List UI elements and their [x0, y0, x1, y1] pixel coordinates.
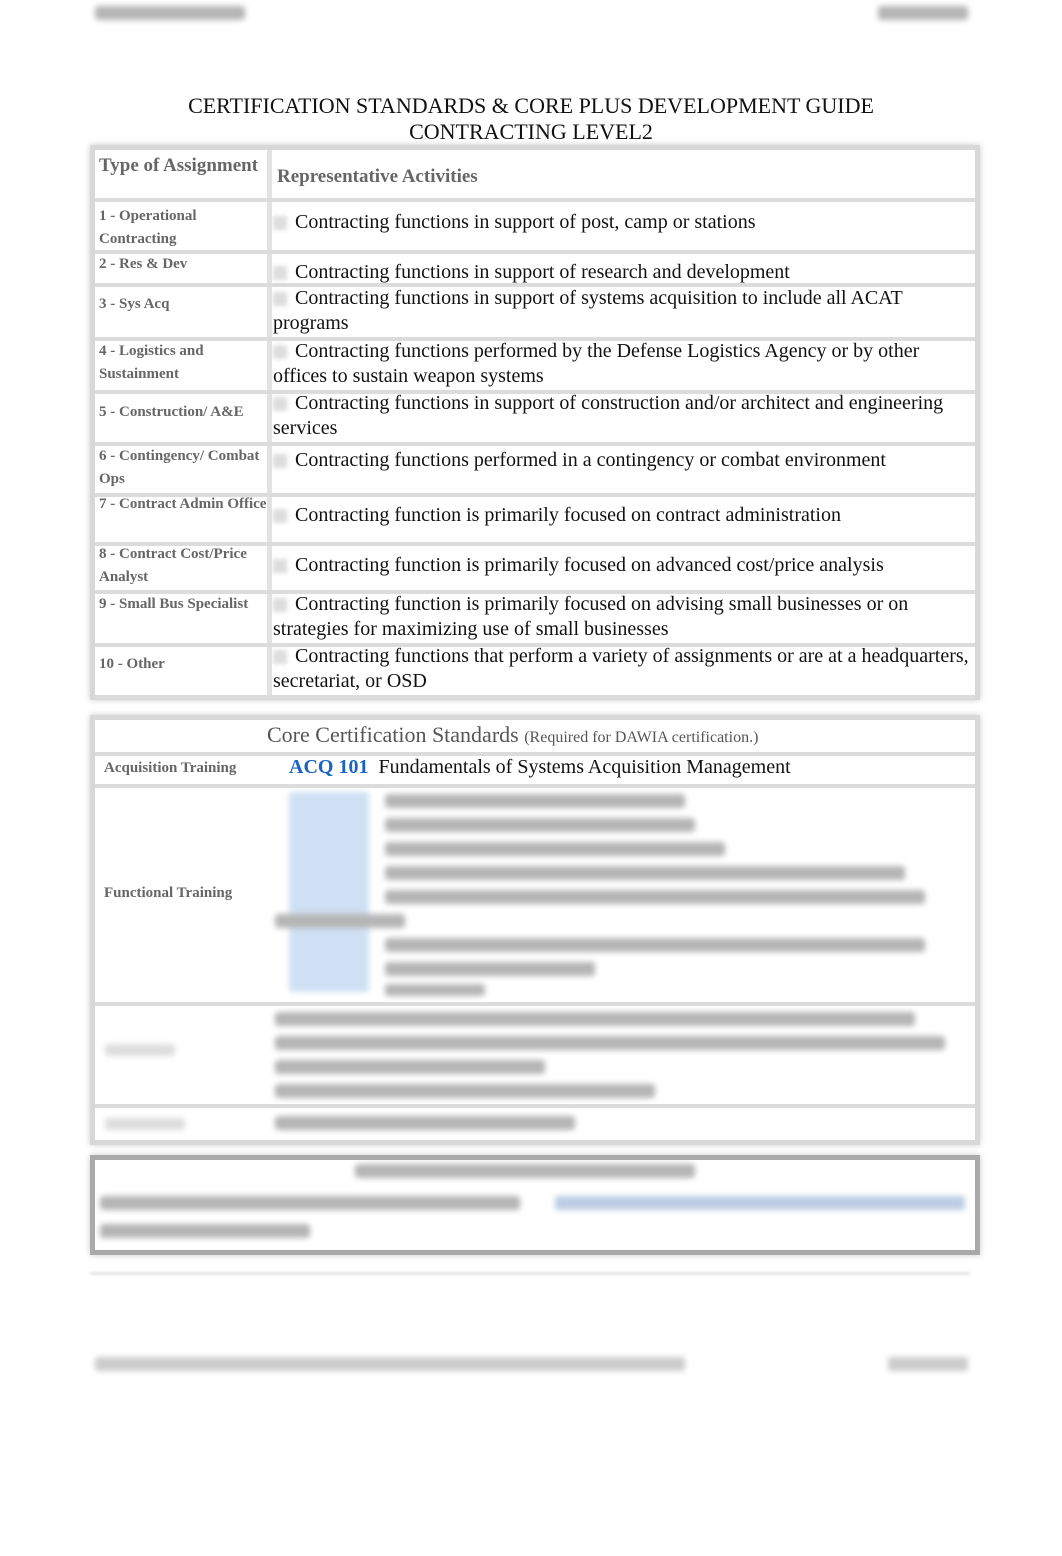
blurred-line: [100, 1224, 310, 1238]
table-row: 5 - Construction/ A&E Contracting functi…: [95, 392, 975, 446]
table-row: 8 - Contract Cost/Price Analyst Contract…: [95, 545, 975, 594]
assignments-table: Type of Assignment Representative Activi…: [90, 145, 980, 700]
document-page: CERTIFICATION STANDARDS & CORE PLUS DEVE…: [0, 0, 1062, 1556]
divider: [90, 1272, 970, 1275]
functional-training-row: Functional Training: [95, 786, 975, 1006]
blurred-line: [275, 914, 405, 928]
activity-text: Contracting functions performed by the D…: [273, 339, 969, 389]
page-subtitle: CONTRACTING LEVEL2: [409, 119, 653, 144]
activity-label: Contracting functions in support of cons…: [273, 392, 944, 439]
assignment-type: 5 - Construction/ A&E: [99, 404, 244, 420]
blurred-line: [555, 1196, 965, 1210]
blurred-line: [385, 890, 925, 904]
bullet-icon: [273, 454, 287, 469]
activity-text: Contracting functions in support of cons…: [273, 391, 969, 441]
table-row: 1 - Operational Contracting Contracting …: [95, 202, 975, 254]
blurred-row: [95, 1004, 975, 1108]
table-row: 7 - Contract Admin Office Contracting fu…: [95, 495, 975, 546]
blurred-header-left: [95, 6, 245, 20]
assignment-type: 7 - Contract Admin Office: [99, 496, 267, 512]
activity-label: Contracting function is primarily focuse…: [295, 554, 884, 576]
assignment-type: 2 - Res & Dev: [99, 256, 188, 272]
blurred-table: [90, 1155, 980, 1255]
blurred-line: [385, 794, 685, 808]
blurred-line: [385, 962, 595, 976]
blurred-line: [355, 1164, 695, 1178]
activity-text: Contracting functions that perform a var…: [273, 644, 969, 694]
blurred-footer-date: [888, 1357, 968, 1371]
bullet-icon: [273, 266, 287, 281]
acquisition-label: Acquisition Training: [104, 760, 237, 776]
blurred-label: [105, 1118, 185, 1130]
table-row: 4 - Logistics and Sustainment Contractin…: [95, 340, 975, 394]
page-title: CERTIFICATION STANDARDS & CORE PLUS DEVE…: [188, 93, 874, 118]
activity-label: Contracting functions in support of rese…: [295, 261, 790, 283]
acquisition-training-row: Acquisition Training ACQ 101 Fundamental…: [95, 754, 975, 788]
blurred-course-codes: [289, 792, 369, 992]
activity-text: Contracting functions in support of post…: [273, 210, 969, 235]
header-type: Type of Assignment: [99, 155, 259, 176]
activity-label: Contracting functions that perform a var…: [273, 645, 969, 692]
bullet-icon: [273, 509, 287, 524]
activity-label: Contracting functions performed by the D…: [273, 340, 920, 387]
table-header-row: Type of Assignment Representative Activi…: [95, 150, 975, 202]
blurred-line: [385, 842, 725, 856]
blurred-line: [275, 1116, 575, 1130]
bullet-icon: [273, 345, 287, 360]
core-standards-table: Core Certification Standards (Required f…: [90, 715, 980, 1145]
bullet-icon: [273, 216, 287, 231]
blurred-line: [100, 1196, 520, 1210]
assignment-type: 10 - Other: [99, 656, 165, 672]
activity-text: Contracting functions in support of rese…: [273, 260, 969, 285]
bullet-icon: [273, 598, 287, 613]
activity-text: Contracting function is primarily focuse…: [273, 592, 969, 642]
bullet-icon: [273, 650, 287, 665]
assignment-type: 4 - Logistics and Sustainment: [99, 343, 204, 382]
blurred-footer-url: [95, 1357, 685, 1371]
activity-label: Contracting functions performed in a con…: [295, 449, 886, 471]
activity-text: Contracting function is primarily focuse…: [273, 503, 969, 528]
assignment-type: 3 - Sys Acq: [99, 296, 170, 312]
core-title-row: Core Certification Standards (Required f…: [95, 720, 975, 756]
blurred-label: [105, 1044, 175, 1056]
blurred-line: [385, 818, 695, 832]
core-subtitle: (Required for DAWIA certification.): [524, 729, 759, 746]
core-title: Core Certification Standards: [267, 722, 519, 747]
activity-label: Contracting functions in support of syst…: [273, 287, 903, 334]
blurred-line: [385, 866, 905, 880]
activity-label: Contracting functions in support of post…: [295, 211, 756, 233]
activity-text: Contracting functions performed in a con…: [273, 448, 969, 473]
blurred-header-right: [878, 6, 968, 20]
activity-text: Contracting function is primarily focuse…: [273, 553, 969, 578]
table-row: 10 - Other Contracting functions that pe…: [95, 645, 975, 699]
course-link-acq101[interactable]: ACQ 101: [289, 756, 368, 778]
header-activities: Representative Activities: [277, 166, 478, 187]
bullet-icon: [273, 292, 287, 307]
blurred-line: [275, 1084, 655, 1098]
activity-label: Contracting function is primarily focuse…: [295, 504, 841, 526]
assignment-type: 8 - Contract Cost/Price Analyst: [99, 546, 247, 585]
blurred-line: [385, 938, 925, 952]
table-row: 9 - Small Bus Specialist Contracting fun…: [95, 593, 975, 647]
blurred-line: [385, 984, 485, 996]
blurred-line: [275, 1036, 945, 1050]
table-row: 2 - Res & Dev Contracting functions in s…: [95, 255, 975, 287]
assignment-type: 1 - Operational Contracting: [99, 208, 197, 247]
bullet-icon: [273, 559, 287, 574]
blurred-line: [275, 1012, 915, 1026]
assignment-type: 6 - Contingency/ Combat Ops: [99, 448, 260, 487]
course-title: Fundamentals of Systems Acquisition Mana…: [378, 756, 791, 778]
activity-text: Contracting functions in support of syst…: [273, 286, 969, 336]
table-row: 6 - Contingency/ Combat Ops Contracting …: [95, 445, 975, 497]
table-row: 3 - Sys Acq Contracting functions in sup…: [95, 287, 975, 341]
blurred-line: [275, 1060, 545, 1074]
activity-label: Contracting function is primarily focuse…: [273, 593, 909, 640]
bullet-icon: [273, 397, 287, 412]
functional-label: Functional Training: [104, 885, 233, 901]
assignment-type: 9 - Small Bus Specialist: [99, 596, 249, 612]
